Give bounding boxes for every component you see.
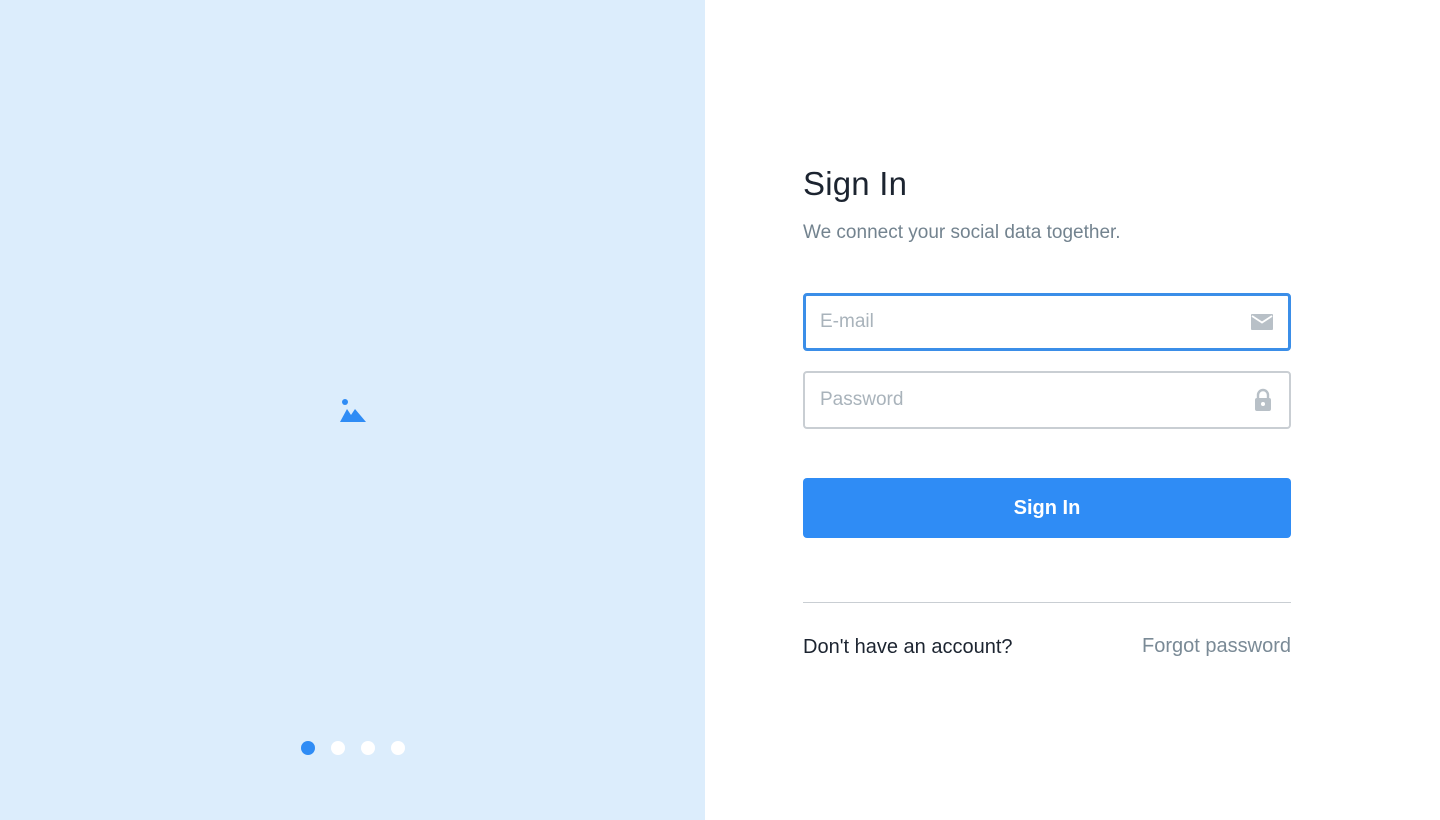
divider (803, 602, 1291, 603)
mail-icon (1251, 314, 1273, 330)
sign-up-link[interactable]: Don't have an account? (803, 636, 1013, 659)
hero-panel (0, 0, 705, 820)
carousel-dots (301, 741, 405, 755)
carousel-dot-3[interactable] (361, 741, 375, 755)
email-input[interactable] (820, 296, 1230, 348)
carousel-dot-1[interactable] (301, 741, 315, 755)
carousel-dot-2[interactable] (331, 741, 345, 755)
page-title: Sign In (803, 165, 908, 202)
carousel-dot-4[interactable] (391, 741, 405, 755)
forgot-password-link[interactable]: Forgot password (1142, 635, 1291, 658)
page-subtitle: We connect your social data together. (803, 222, 1121, 243)
email-field[interactable] (803, 293, 1291, 351)
sign-in-button[interactable]: Sign In (803, 478, 1291, 538)
image-placeholder-icon (340, 399, 366, 422)
password-input[interactable] (820, 373, 1230, 427)
password-field[interactable] (803, 371, 1291, 429)
lock-icon (1255, 388, 1271, 411)
form-panel: Sign In We connect your social data toge… (705, 0, 1440, 820)
sign-in-page: Sign In We connect your social data toge… (0, 0, 1440, 820)
